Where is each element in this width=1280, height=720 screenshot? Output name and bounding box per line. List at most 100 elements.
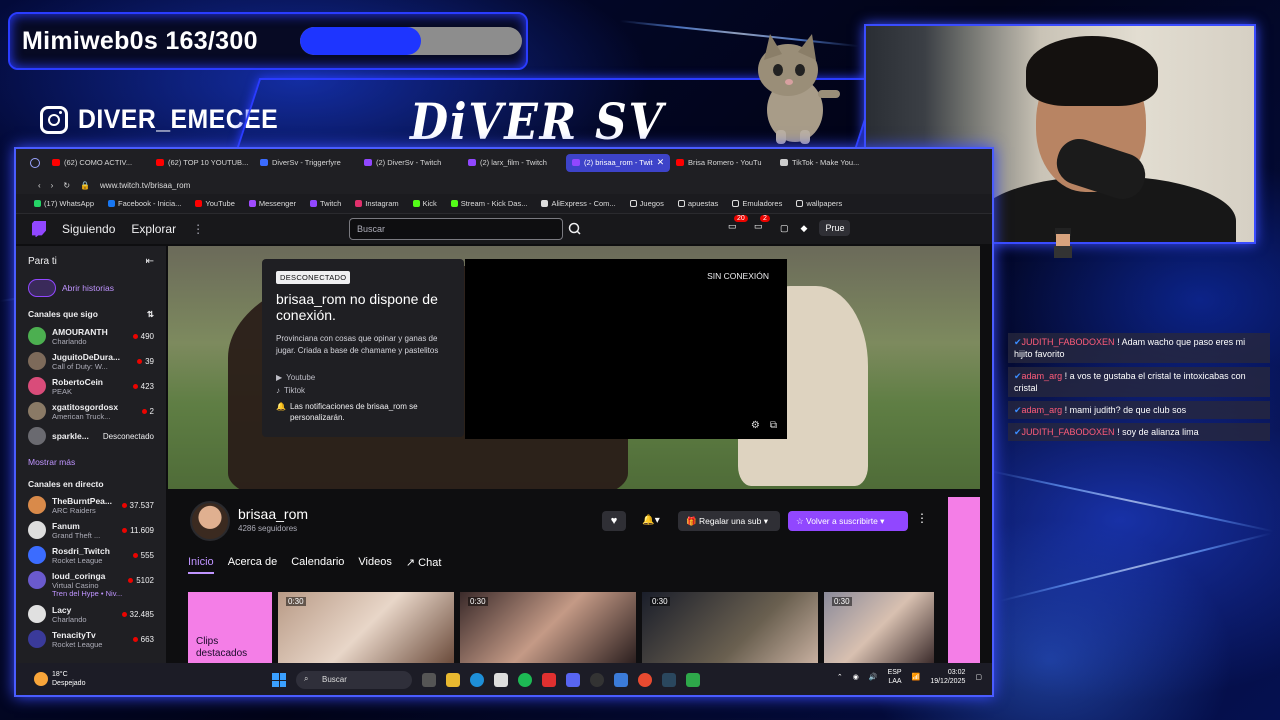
sidebar-channel[interactable]: TenacityTv Rocket League 663 [28, 630, 154, 649]
sidebar-channel[interactable]: loud_coringa Virtual Casino 5102 [28, 571, 154, 590]
forward-icon[interactable]: › [51, 181, 54, 190]
prime-loot-icon[interactable]: ▭ 20 [728, 215, 748, 235]
sidebar-channel[interactable]: xgatitosgordosx American Truck... 2 [28, 402, 154, 421]
bookmark-item[interactable]: Stream - Kick Das... [450, 199, 527, 208]
featured-clips-card[interactable]: Clips destacados [188, 592, 272, 664]
gift-sub-button[interactable]: 🎁 Regalar una sub ▾ [678, 511, 780, 531]
notifications-icon[interactable]: ▭ 2 [754, 215, 770, 235]
bookmark-item[interactable]: Messenger [248, 199, 296, 208]
star-icon: ☆ [796, 516, 804, 526]
tab-videos[interactable]: Videos [358, 556, 391, 574]
edge-icon[interactable] [470, 673, 484, 687]
bookmark-folder[interactable]: Juegos [629, 199, 664, 208]
bits-icon[interactable]: ◆ [801, 223, 808, 234]
bookmark-folder[interactable]: apuestas [677, 199, 718, 208]
browser-tab[interactable]: DiverSv - Triggerfyre [254, 154, 358, 172]
bookmark-item[interactable]: Facebook - Inicia... [108, 199, 181, 208]
video-player[interactable]: SIN CONEXIÓN ⚙ ⧉ [465, 259, 787, 439]
nav-browse[interactable]: Explorar [131, 222, 176, 236]
bookmark-folder[interactable]: Emuladores [732, 199, 782, 208]
more-options-icon[interactable]: ⋮ [916, 511, 928, 525]
settings-icon[interactable]: ⚙ [751, 420, 760, 431]
chevron-up-icon[interactable]: ⌃ [837, 673, 843, 681]
theatre-mode-icon[interactable]: ⧉ [770, 420, 777, 431]
offline-banner: DESCONECTADO brisaa_rom no dispone de co… [168, 246, 980, 489]
file-explorer-icon[interactable] [446, 673, 460, 687]
browser-tab[interactable]: TikTok - Make You... [774, 154, 878, 172]
wifi-icon[interactable]: 📶 [912, 673, 921, 681]
more-icon[interactable]: ⋮ [192, 222, 204, 236]
taskbar-search[interactable]: ⌕ Buscar [296, 671, 412, 689]
browser-tab[interactable]: Brisa Romero - YouTu [670, 154, 774, 172]
clip-thumbnail[interactable]: 0:30 [278, 592, 454, 664]
search-input[interactable]: Buscar [349, 218, 563, 240]
avatar[interactable] [190, 501, 230, 541]
search-icon[interactable] [566, 218, 584, 240]
language-indicator[interactable]: ESP LAA [888, 668, 902, 686]
sidebar-channel[interactable]: RobertoCein PEAK 423 [28, 377, 154, 396]
channel-category: Rocket League [52, 639, 103, 649]
browser-tab-active[interactable]: (2) brisaa_rom - Twit ✕ [566, 153, 670, 172]
clip-thumbnail[interactable]: 0:30 [824, 592, 934, 664]
browser-tab[interactable]: (2) larx_film - Twitch [462, 154, 566, 172]
photos-icon[interactable] [614, 673, 628, 687]
bookmark-item[interactable]: Twitch [310, 199, 341, 208]
close-tab-icon[interactable]: ✕ [657, 157, 665, 168]
tab-home[interactable]: Inicio [188, 556, 214, 574]
sidebar-channel[interactable]: JuguitoDeDura... Call of Duty: W... 39 [28, 352, 154, 371]
sort-icon[interactable]: ⇅ [147, 309, 154, 320]
sidebar-channel[interactable]: Rosdri_Twitch Rocket League 555 [28, 546, 154, 565]
network-icon[interactable]: ◉ [853, 673, 859, 681]
twitch-logo-icon[interactable] [32, 221, 46, 237]
bookmark-item[interactable]: Kick [412, 199, 437, 208]
bookmark-item[interactable]: Instagram [355, 199, 399, 208]
sidebar-channel[interactable]: sparkle... Desconectado [28, 427, 154, 445]
prime-button[interactable]: Prue [819, 220, 851, 236]
url-text[interactable]: www.twitch.tv/brisaa_rom [100, 181, 190, 190]
sidebar-channel[interactable]: TheBurntPea... ARC Raiders 37.537 [28, 496, 154, 515]
tiktok-link[interactable]: ♪ Tiktok [276, 386, 450, 395]
bookmark-folder[interactable]: wallpapers [796, 199, 842, 208]
bookmark-item[interactable]: (17) WhatsApp [34, 199, 94, 208]
discord-icon[interactable] [566, 673, 580, 687]
weather-widget[interactable]: 18°C Despejado [34, 670, 85, 688]
clip-thumbnail[interactable]: 0:30 [642, 592, 818, 664]
clock[interactable]: 03:02 19/12/2025 [930, 668, 965, 686]
opera-icon[interactable] [542, 673, 556, 687]
task-view-icon[interactable] [422, 673, 436, 687]
steam-icon[interactable] [662, 673, 676, 687]
windows-start-icon[interactable] [272, 673, 286, 687]
tab-about[interactable]: Acerca de [228, 556, 278, 574]
clip-thumbnail[interactable]: 0:30 [460, 592, 636, 664]
channel-name[interactable]: brisaa_rom [238, 506, 308, 522]
browser-tab[interactable]: (62) TOP 10 YOUTUB... [150, 154, 254, 172]
notification-bell-icon[interactable]: 🔔▾ [634, 511, 668, 531]
obs-icon[interactable] [590, 673, 604, 687]
tab-chat[interactable]: ↗ Chat [406, 556, 442, 574]
youtube-link[interactable]: ▶ Youtube [276, 373, 450, 382]
tab-schedule[interactable]: Calendario [291, 556, 344, 574]
subscribe-button[interactable]: ☆ Volver a suscribirte ▾ [788, 511, 908, 531]
bookmark-item[interactable]: AliExpress - Com... [541, 199, 616, 208]
volume-icon[interactable]: 🔊 [869, 673, 878, 681]
address-bar[interactable]: ‹ › ↻ 🔒 www.twitch.tv/brisaa_rom [16, 176, 992, 194]
back-icon[interactable]: ‹ [38, 181, 41, 190]
browser-tab[interactable]: (62) COMO ACTIV... [46, 154, 150, 172]
sidebar-channel[interactable]: AMOURANTH Charlando 490 [28, 327, 154, 346]
nav-following[interactable]: Siguiendo [62, 222, 115, 236]
bookmark-item[interactable]: YouTube [195, 199, 235, 208]
store-icon[interactable] [494, 673, 508, 687]
reload-icon[interactable]: ↻ [63, 181, 70, 190]
app-icon[interactable] [686, 673, 700, 687]
show-more-link[interactable]: Mostrar más [28, 457, 154, 467]
follow-heart-icon[interactable]: ♥ [602, 511, 626, 531]
notification-center-icon[interactable]: ▢ [975, 673, 982, 681]
browser-tab[interactable]: (2) DiverSv - Twitch [358, 154, 462, 172]
spotify-icon[interactable] [518, 673, 532, 687]
sidebar-channel[interactable]: Fanum Grand Theft ... 11.609 [28, 521, 154, 540]
chrome-icon[interactable] [638, 673, 652, 687]
whispers-icon[interactable]: ▢ [780, 223, 789, 234]
sidebar-channel[interactable]: Lacy Charlando 32.485 [28, 605, 154, 624]
collapse-icon[interactable]: ⇤ [146, 256, 154, 267]
stories-button[interactable]: Abrir historias [28, 279, 154, 297]
